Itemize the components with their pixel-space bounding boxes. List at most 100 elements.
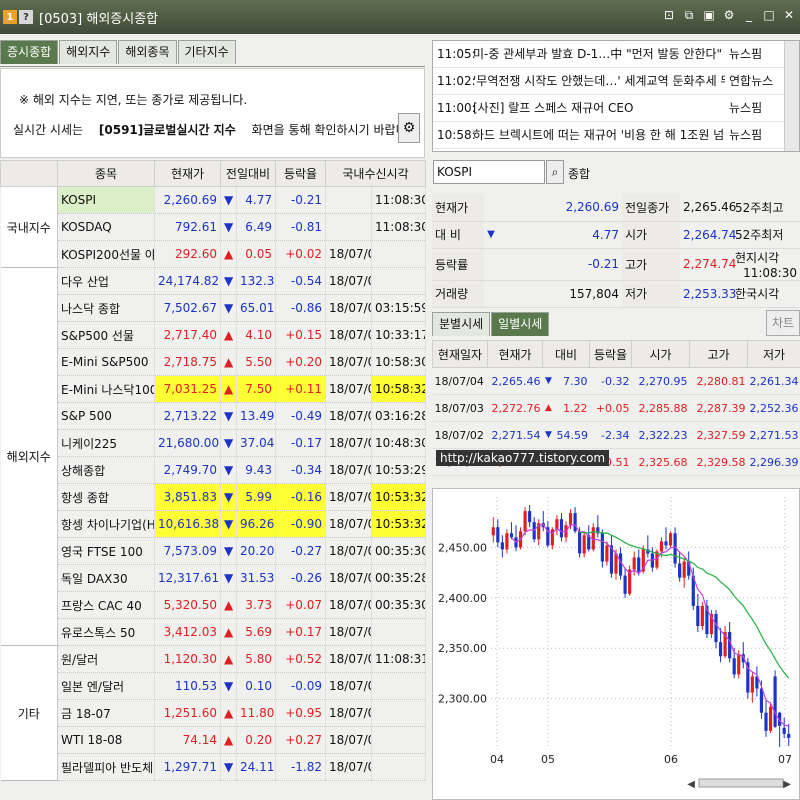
index-name[interactable]: 유로스톡스 50 (57, 618, 155, 646)
help-icon[interactable]: ? (19, 10, 33, 24)
index-name[interactable]: 프랑스 CAC 40 (57, 591, 155, 619)
index-name[interactable]: KOSPI (57, 186, 155, 214)
chart-scrollbar[interactable] (698, 778, 784, 788)
table-row[interactable]: 기타원/달러1,120.30▲5.80+0.5218/07/0511:08:31 (0, 645, 427, 781)
close-icon[interactable]: ✕ (782, 8, 796, 22)
daily-header-date[interactable]: 현재일자 (432, 340, 488, 368)
quote-value: 2,265.46 (680, 194, 736, 222)
maximize-icon[interactable]: □ (762, 8, 776, 22)
candlestick-chart[interactable]: 2,450.00 2,400.00 2,350.00 2,300.00 04 05 06 07… (432, 488, 800, 800)
index-name[interactable]: S&P500 선물 (57, 321, 155, 349)
tab-other-index[interactable]: 기타지수 (177, 40, 236, 64)
table-row[interactable]: WTI 18-0874.14▲0.20+0.2718/07/03 (1, 726, 427, 754)
index-name[interactable]: 상해종합 (57, 456, 155, 484)
tab-market-overview[interactable]: 증시종합 (0, 40, 59, 64)
quote-value: 2,260.69 (498, 194, 622, 222)
table-row[interactable]: 해외지수다우 산업24,174.82▼132.36-0.5418/07/03 (0, 267, 427, 646)
index-name[interactable]: 항셍 차이나기업(H) (57, 510, 155, 538)
index-name[interactable]: E-Mini S&P500 (57, 348, 155, 376)
realtime-screen-link[interactable]: [0591]글로벌실시간 지수 (99, 123, 236, 137)
gear-icon[interactable]: ⚙ (398, 113, 420, 143)
daily-header-change[interactable]: 대비 (542, 340, 590, 368)
news-item[interactable]: 11:00: [사진] 랄프 스페스 재규어 CEO 뉴스핌 (433, 95, 785, 122)
table-row[interactable]: 상해종합2,749.70▼9.43-0.3418/07/0510:53:29 (1, 456, 427, 484)
index-name[interactable]: 다우 산업 (57, 267, 155, 295)
news-item[interactable]: 11:05: 미-중 관세부과 발효 D-1…中 "먼저 발동 안한다" (종합 뉴… (433, 41, 785, 68)
index-name[interactable]: S&P 500 (57, 402, 155, 430)
table-row[interactable]: 영국 FTSE 1007,573.09▼20.20-0.2718/07/0500… (1, 537, 427, 565)
tab-minute-quotes[interactable]: 분별시세 (432, 312, 491, 336)
index-name[interactable]: 나스닥 종합 (57, 294, 155, 322)
index-name[interactable]: 일본 엔/달러 (57, 672, 155, 700)
header-name[interactable]: 종목 (57, 160, 155, 187)
table-row[interactable]: 프랑스 CAC 405,320.50▲3.73+0.0718/07/0500:3… (1, 591, 427, 619)
daily-header-low[interactable]: 저가 (747, 340, 800, 368)
index-name[interactable]: 독일 DAX30 (57, 564, 155, 592)
news-headline[interactable]: '무역전쟁 시작도 안했는데…' 세계교역 둔화추세 뚜렷 (473, 68, 725, 94)
table-row[interactable]: E-Mini S&P5002,718.75▲5.50+0.2018/07/051… (1, 348, 427, 376)
index-name[interactable]: 원/달러 (57, 645, 155, 673)
index-name[interactable]: 항셍 종합 (57, 483, 155, 511)
index-name[interactable]: KOSPI200선물 야간 (57, 240, 155, 268)
settings-icon[interactable]: ⚙ (722, 8, 736, 22)
index-name[interactable]: 필라델피아 반도체 (57, 753, 155, 781)
tab-daily-quotes[interactable]: 일별시세 (491, 312, 550, 336)
table-row[interactable]: 금 18-071,251.60▲11.80+0.9518/07/03 (1, 699, 427, 727)
table-row[interactable]: 독일 DAX3012,317.61▼31.53-0.2618/07/0500:3… (1, 564, 427, 592)
tab-overseas-index[interactable]: 해외지수 (59, 40, 118, 64)
down-arrow-icon: ▼ (542, 421, 555, 449)
table-row[interactable]: 유로스톡스 503,412.03▲5.69+0.1718/07/04 (1, 618, 427, 646)
index-name[interactable]: KOSDAQ (57, 213, 155, 241)
table-row[interactable]: 나스닥 종합7,502.67▼65.01-0.8618/07/0403:15:5… (1, 294, 427, 322)
table-row[interactable]: S&P 5002,713.22▼13.49-0.4918/07/0403:16:… (1, 402, 427, 430)
index-name[interactable]: 금 18-07 (57, 699, 155, 727)
print-icon[interactable]: ▣ (702, 8, 716, 22)
screen-number-badge[interactable]: 1 (3, 10, 17, 24)
header-price[interactable]: 현재가 (154, 160, 221, 187)
daily-open: 2,285.88 (631, 394, 690, 422)
table-row[interactable]: KOSDAQ 792.61 ▼ 6.49 -0.81 11:08:30 (1, 213, 427, 241)
daily-header-price[interactable]: 현재가 (487, 340, 543, 368)
header-rate[interactable]: 등락율 (275, 160, 327, 187)
spacer (484, 194, 498, 222)
scroll-left-icon[interactable]: ◀ (687, 779, 695, 790)
table-row[interactable]: KOSPI200선물 야간292.60▲0.05+0.0218/07/04 (1, 240, 427, 268)
table-row[interactable]: 18/07/03 2,272.76 ▲ 1.22 +0.05 2,285.88 2,287.… (432, 394, 800, 422)
minimize-icon[interactable]: _ (742, 8, 756, 22)
news-headline[interactable]: [사진] 랄프 스페스 재규어 CEO (473, 95, 725, 121)
index-name[interactable]: 영국 FTSE 100 (57, 537, 155, 565)
scroll-right-icon[interactable]: ▶ (783, 779, 791, 790)
index-name[interactable]: WTI 18-08 (57, 726, 155, 754)
table-row[interactable]: 항셍 차이나기업(H)10,616.38▼96.26-0.9018/07/051… (1, 510, 427, 538)
table-row[interactable]: E-Mini 나스닥1007,031.25▲7.50+0.1118/07/051… (1, 375, 427, 403)
table-row[interactable]: 일본 엔/달러110.53▼0.10-0.0918/07/04 (1, 672, 427, 700)
search-icon[interactable]: ⌕ (546, 160, 564, 184)
table-row[interactable]: 18/07/02 2,271.54 ▼ 54.59 -2.34 2,322.23 2,327… (432, 421, 800, 449)
table-row[interactable]: 필라델피아 반도체1,297.71▼24.11-1.8218/07/03 (1, 753, 427, 781)
table-row[interactable]: 국내지수 KOSPI 2,260.69 ▼ 4.77 -0.21 11:08:30 (0, 186, 427, 268)
header-received-time[interactable]: 국내수신시각 (325, 160, 427, 187)
tab-overseas-stocks[interactable]: 해외종목 (118, 40, 177, 64)
quote-label: 52주최고 (735, 200, 784, 215)
table-row[interactable]: 18/07/04 2,265.46 ▼ 7.30 -0.32 2,270.95 2,280.… (432, 367, 800, 395)
pin-icon[interactable]: ⊡ (662, 8, 676, 22)
index-rate: -0.90 (275, 510, 327, 538)
news-scrollbar[interactable] (784, 41, 799, 151)
index-change: 5.69 (236, 618, 277, 646)
table-row[interactable]: 항셍 종합3,851.83▼5.99-0.1618/07/0510:53:32 (1, 483, 427, 511)
table-row[interactable]: S&P500 선물2,717.40▲4.10+0.1518/07/0510:33… (1, 321, 427, 349)
news-headline[interactable]: 하드 브렉시트에 떠는 재규어 '비용 한 해 1조원 넘는다 (473, 122, 725, 148)
daily-header-high[interactable]: 고가 (689, 340, 748, 368)
news-headline[interactable]: 미-중 관세부과 발효 D-1…中 "먼저 발동 안한다" (종합 (473, 41, 725, 67)
index-name[interactable]: 니케이225 (57, 429, 155, 457)
index-name[interactable]: E-Mini 나스닥100 (57, 375, 155, 403)
symbol-input[interactable]: KOSPI (433, 160, 545, 184)
table-row[interactable]: 니케이22521,680.00▼37.04-0.1718/07/0510:48:… (1, 429, 427, 457)
link-icon[interactable]: ⧉ (682, 8, 696, 22)
header-change[interactable]: 전일대비 (219, 160, 277, 187)
news-item[interactable]: 10:58: 하드 브렉시트에 떠는 재규어 '비용 한 해 1조원 넘는다 뉴스핌 (433, 122, 785, 149)
chart-button[interactable]: 차트 (766, 310, 800, 336)
daily-header-rate[interactable]: 등락율 (589, 340, 632, 368)
daily-header-open[interactable]: 시가 (631, 340, 690, 368)
news-item[interactable]: 11:02: '무역전쟁 시작도 안했는데…' 세계교역 둔화추세 뚜렷 연합뉴스 (433, 68, 785, 95)
